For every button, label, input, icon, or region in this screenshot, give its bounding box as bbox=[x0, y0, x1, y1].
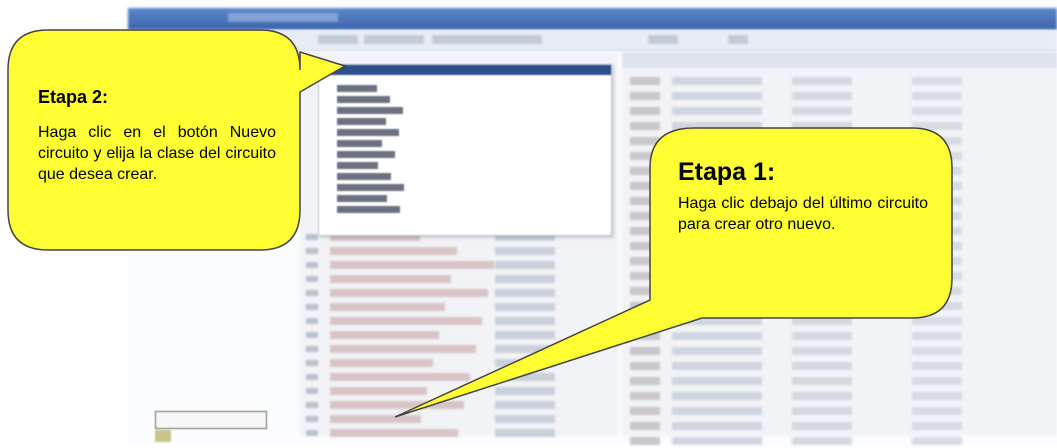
callout-step2-body: Haga clic en el botón Nuevo circuito y e… bbox=[38, 124, 276, 183]
callout-step2-title: Etapa 2: bbox=[38, 87, 109, 107]
callout-step1-title: Etapa 1: bbox=[678, 158, 776, 186]
callout-step1-body: Haga clic debajo del último circuito par… bbox=[678, 195, 928, 233]
callout-step1-bubble bbox=[394, 127, 953, 418]
